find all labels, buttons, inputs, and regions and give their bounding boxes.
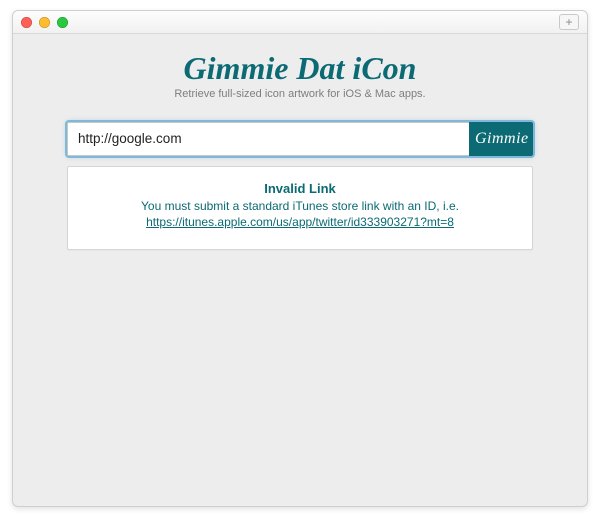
result-card: Invalid Link You must submit a standard … <box>67 166 533 250</box>
window-titlebar: + <box>13 11 587 34</box>
window-controls <box>21 17 68 28</box>
new-tab-button[interactable]: + <box>559 14 579 30</box>
page-content: Gimmie Dat iCon Retrieve full-sized icon… <box>13 34 587 250</box>
example-link[interactable]: https://itunes.apple.com/us/app/twitter/… <box>146 215 454 229</box>
error-message: You must submit a standard iTunes store … <box>80 199 520 213</box>
close-icon[interactable] <box>21 17 32 28</box>
zoom-icon[interactable] <box>57 17 68 28</box>
minimize-icon[interactable] <box>39 17 50 28</box>
error-title: Invalid Link <box>80 181 520 196</box>
page-tagline: Retrieve full-sized icon artwork for iOS… <box>67 88 533 100</box>
search-form: Gimmie <box>67 122 533 156</box>
app-window: + Gimmie Dat iCon Retrieve full-sized ic… <box>12 10 588 507</box>
page-title: Gimmie Dat iCon <box>67 52 533 86</box>
url-input[interactable] <box>67 122 469 156</box>
plus-icon: + <box>565 16 572 28</box>
submit-button[interactable]: Gimmie <box>469 122 533 156</box>
